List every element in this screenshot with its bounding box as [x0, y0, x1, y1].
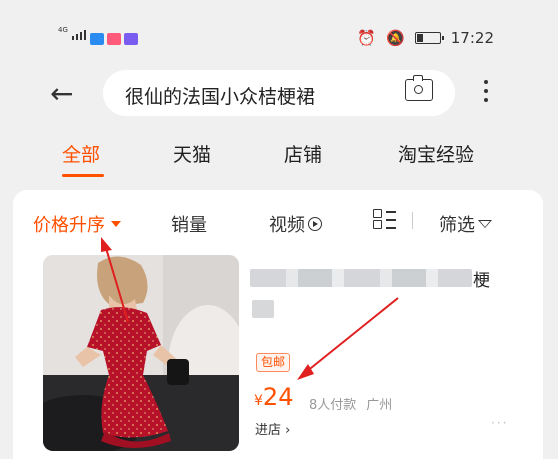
mute-icon: 🔕	[386, 29, 405, 47]
free-shipping-badge: 包邮	[256, 353, 291, 372]
price-sort-label: 价格升序	[33, 215, 105, 236]
category-tabs: 全部 天猫 店铺 淘宝经验	[0, 128, 558, 186]
buyer-count: 8人付款	[309, 398, 357, 413]
app-notification-icon	[107, 33, 121, 45]
video-label: 视频	[269, 215, 305, 236]
alarm-icon: ⏰	[357, 29, 377, 47]
more-vertical-icon[interactable]	[484, 80, 488, 102]
product-meta: 8人付款 广州	[309, 394, 392, 413]
sales-sort[interactable]: 销量	[171, 211, 207, 237]
notification-icons	[90, 33, 138, 45]
status-bar: 4G ⏰ 🔕 17:22	[0, 0, 558, 70]
filter-label: 筛选	[439, 215, 475, 236]
more-options-icon[interactable]: ···	[491, 416, 508, 430]
status-right: ⏰ 🔕 17:22	[357, 29, 494, 47]
active-tab-indicator	[62, 174, 104, 177]
price-value: 24	[262, 383, 294, 411]
enter-shop-link[interactable]: 进店 ›	[255, 419, 290, 438]
app-notification-icon	[90, 33, 104, 45]
play-icon	[308, 217, 322, 231]
tab-shops[interactable]: 店铺	[284, 140, 322, 167]
search-header: ← 很仙的法国小众桔梗裙	[0, 70, 558, 122]
video-filter[interactable]: 视频	[269, 211, 322, 237]
tab-taobao-experience[interactable]: 淘宝经验	[398, 140, 474, 167]
search-query: 很仙的法国小众桔梗裙	[125, 86, 316, 108]
app-notification-icon	[124, 33, 138, 45]
view-toggle-icon[interactable]	[373, 209, 397, 231]
price-ascending-sort[interactable]: 价格升序	[33, 211, 121, 237]
product-price: ¥24	[254, 383, 293, 411]
results-panel: 价格升序 销量 视频 筛选 梗 包邮 ¥24 8人付款 广州 进店 › ···	[13, 190, 543, 459]
tab-tmall[interactable]: 天猫	[173, 140, 211, 167]
network-label: 4G	[58, 26, 68, 34]
divider	[412, 212, 413, 229]
clock: 17:22	[450, 29, 494, 47]
signal-icon: 4G	[58, 26, 86, 40]
tab-all[interactable]: 全部	[62, 140, 100, 167]
filter-button[interactable]: 筛选	[439, 211, 492, 237]
search-input[interactable]: 很仙的法国小众桔梗裙	[103, 70, 455, 116]
blurred-title-line2	[252, 300, 274, 318]
location: 广州	[366, 398, 393, 413]
caret-down-icon	[111, 221, 121, 227]
back-arrow-icon[interactable]: ←	[50, 79, 73, 109]
blurred-title	[250, 269, 472, 287]
product-title-tail: 梗	[473, 271, 490, 291]
camera-icon[interactable]	[405, 75, 433, 101]
sort-bar: 价格升序 销量 视频 筛选	[13, 190, 543, 252]
battery-icon	[414, 32, 444, 44]
currency-symbol: ¥	[254, 393, 263, 409]
funnel-icon	[478, 220, 492, 228]
product-image[interactable]	[43, 255, 239, 451]
